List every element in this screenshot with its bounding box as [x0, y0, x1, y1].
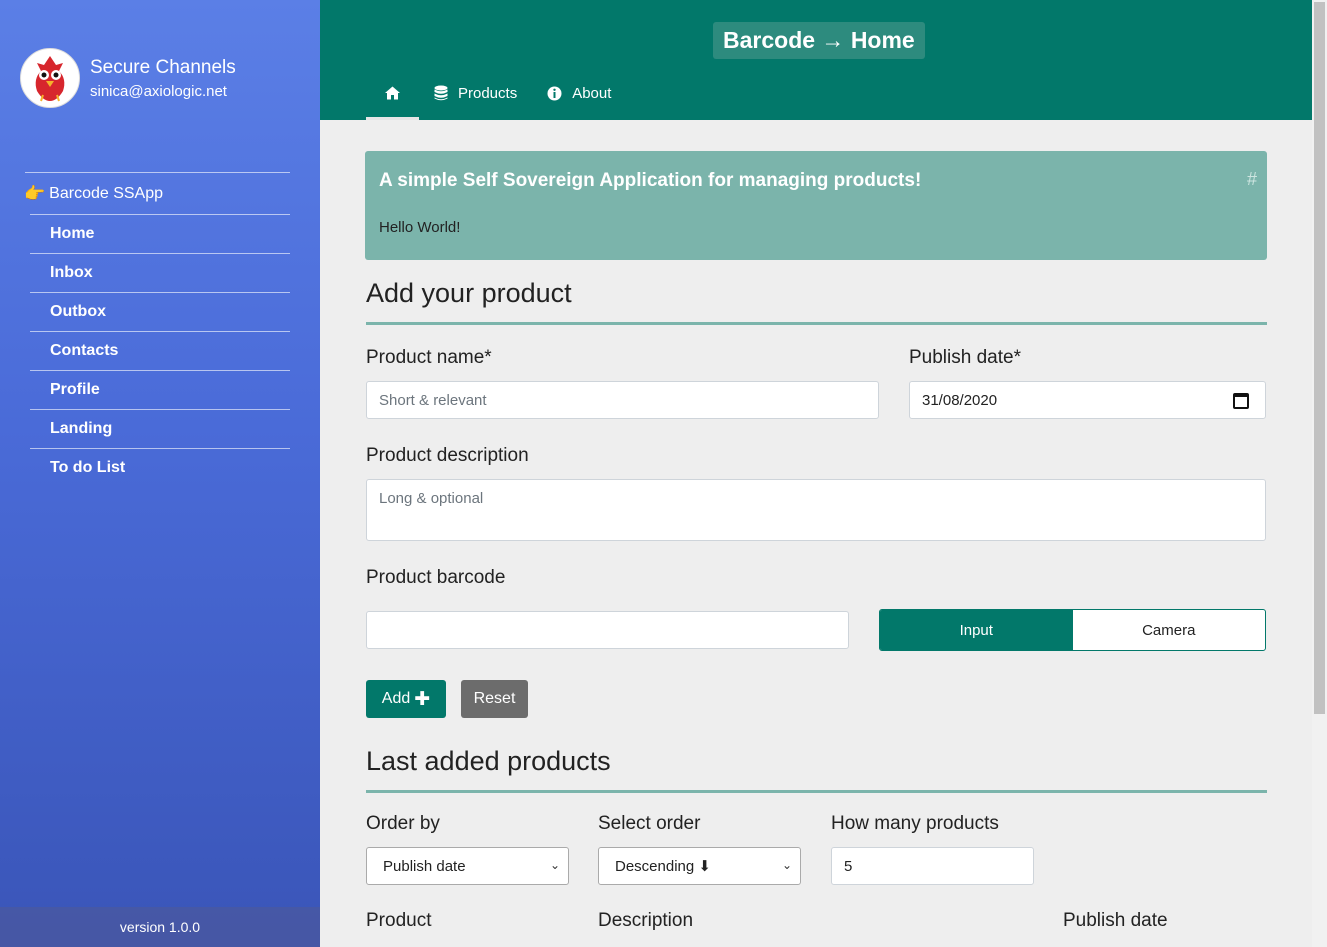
cardinal-logo-icon	[35, 56, 65, 102]
nav-tabs: Products About	[366, 68, 626, 120]
info-icon	[547, 86, 562, 100]
calendar-icon[interactable]	[1233, 393, 1249, 409]
publish-date-input[interactable]: 31/08/2020	[909, 381, 1266, 419]
column-header-publish-date: Publish date	[1063, 910, 1168, 931]
section-divider	[366, 322, 1267, 325]
how-many-label: How many products	[831, 813, 999, 834]
banner-title: A simple Self Sovereign Application for …	[379, 170, 922, 191]
product-description-label: Product description	[366, 445, 529, 466]
publish-date-value: 31/08/2020	[922, 391, 998, 409]
order-by-select[interactable]: Publish date ⌄	[366, 847, 569, 885]
add-button-label: Add	[381, 690, 411, 707]
chevron-down-icon: ⌄	[549, 858, 560, 872]
tab-home[interactable]	[366, 68, 419, 120]
product-barcode-input[interactable]	[366, 611, 849, 649]
header: Barcode → Home Products About	[320, 0, 1312, 120]
section-divider	[366, 790, 1267, 793]
product-barcode-label: Product barcode	[366, 567, 506, 588]
banner-anchor-link[interactable]: #	[1247, 169, 1257, 190]
order-by-label: Order by	[366, 813, 440, 834]
scrollbar-thumb[interactable]	[1314, 2, 1325, 714]
sidebar: Secure Channels sinica@axiologic.net 👉 B…	[0, 0, 320, 947]
barcode-mode-toggle: Input Camera	[879, 609, 1266, 651]
page-title: Barcode → Home	[713, 22, 925, 59]
sidebar-item-contacts[interactable]: Contacts	[30, 331, 290, 370]
banner-text: Hello World!	[379, 219, 461, 236]
select-order-select[interactable]: Descending ⬇ ⌄	[598, 847, 801, 885]
hand-pointer-icon: 👉	[24, 183, 46, 203]
tab-about[interactable]: About	[532, 68, 626, 118]
home-icon	[385, 86, 400, 99]
product-name-label: Product name*	[366, 347, 492, 368]
how-many-input[interactable]: 5	[831, 847, 1034, 885]
sidebar-item-home[interactable]: Home	[30, 214, 290, 253]
sidebar-item-todo-list[interactable]: To do List	[30, 448, 290, 487]
avatar	[20, 48, 80, 108]
reset-button[interactable]: Reset	[461, 680, 528, 718]
publish-date-label: Publish date*	[909, 347, 1021, 368]
select-order-label: Select order	[598, 813, 701, 834]
sidebar-app-label: Barcode SSApp	[49, 184, 164, 202]
column-header-product: Product	[366, 910, 432, 931]
column-header-description: Description	[598, 910, 694, 931]
toggle-input-button[interactable]: Input	[880, 610, 1073, 650]
info-banner: A simple Self Sovereign Application for …	[365, 151, 1267, 260]
last-products-title: Last added products	[366, 746, 611, 776]
sidebar-app-header[interactable]: 👉 Barcode SSApp	[24, 172, 290, 214]
select-order-value: Descending ⬇	[615, 858, 711, 875]
sidebar-item-landing[interactable]: Landing	[30, 409, 290, 448]
profile-name: Secure Channels	[90, 56, 236, 78]
scrollbar[interactable]	[1312, 0, 1327, 947]
sidebar-item-outbox[interactable]: Outbox	[30, 292, 290, 331]
tab-products[interactable]: Products	[419, 68, 532, 118]
tab-about-label: About	[572, 84, 612, 102]
tab-products-label: Products	[458, 84, 518, 102]
order-by-value: Publish date	[383, 857, 466, 875]
profile: Secure Channels sinica@axiologic.net	[20, 48, 236, 108]
chevron-down-icon: ⌄	[781, 858, 792, 872]
main-content: A simple Self Sovereign Application for …	[320, 120, 1312, 947]
version-label: version 1.0.0	[0, 907, 320, 947]
profile-email: sinica@axiologic.net	[90, 82, 227, 100]
toggle-camera-button[interactable]: Camera	[1073, 610, 1266, 650]
plus-icon: ✚	[414, 688, 431, 710]
product-description-textarea[interactable]: Long & optional	[366, 479, 1266, 541]
sidebar-item-profile[interactable]: Profile	[30, 370, 290, 409]
sidebar-menu: 👉 Barcode SSApp Home Inbox Outbox Contac…	[24, 172, 290, 487]
sidebar-item-inbox[interactable]: Inbox	[30, 253, 290, 292]
add-button[interactable]: Add ✚	[366, 680, 446, 718]
product-name-input[interactable]: Short & relevant	[366, 381, 879, 419]
add-product-title: Add your product	[366, 278, 572, 308]
database-icon	[434, 85, 448, 101]
